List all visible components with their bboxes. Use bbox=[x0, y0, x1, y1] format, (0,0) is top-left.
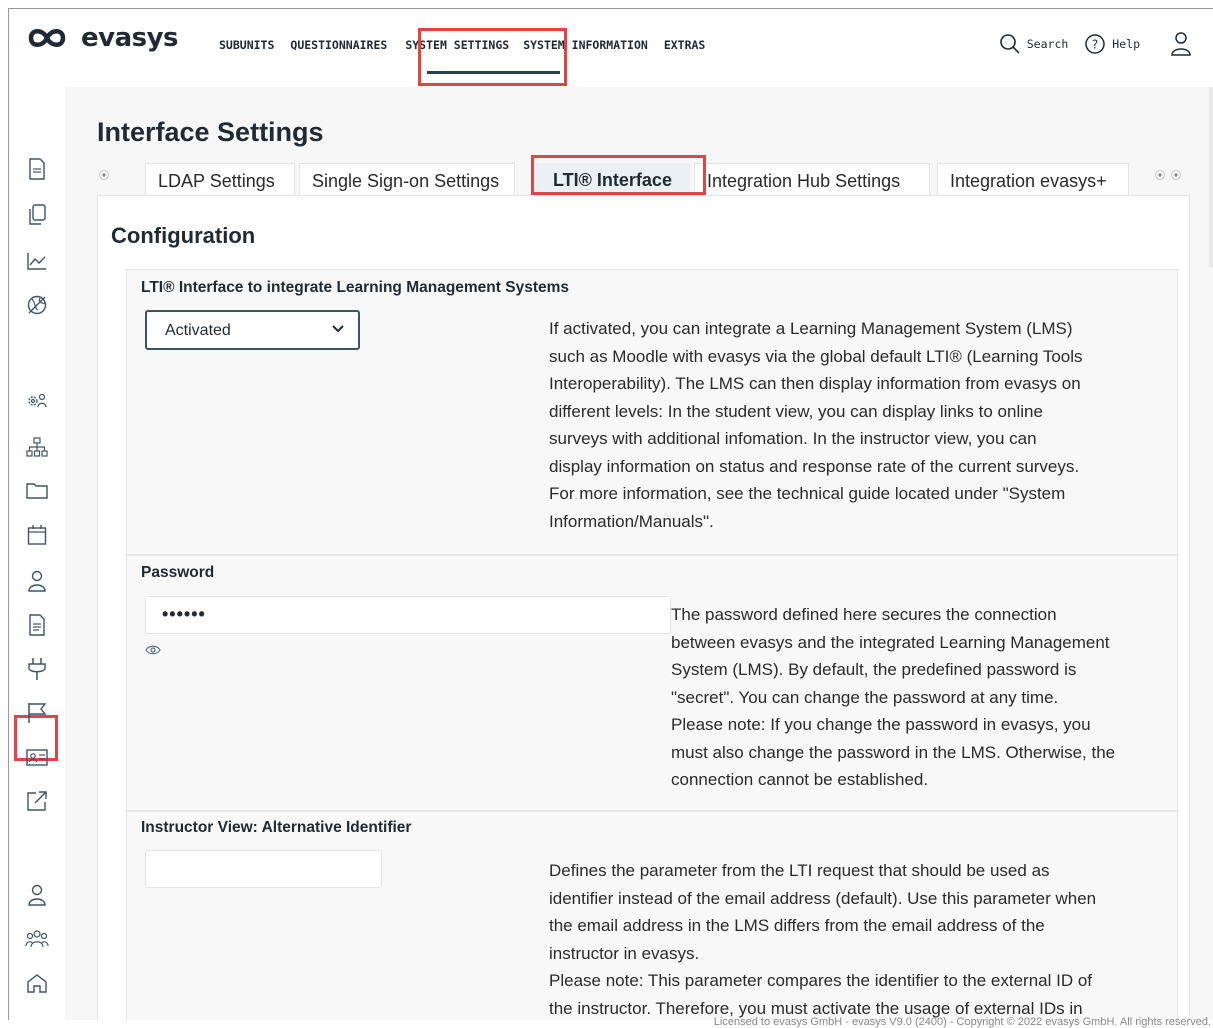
desc-line: display information on status and respon… bbox=[549, 456, 1080, 476]
desc-line: Please note: This parameter compares the… bbox=[549, 971, 1093, 990]
desc-line: Defines the parameter from the LTI reque… bbox=[549, 861, 1050, 880]
lti-select-value: Activated bbox=[165, 322, 231, 339]
svg-text:?: ? bbox=[1092, 38, 1098, 52]
eye-icon[interactable] bbox=[145, 644, 161, 656]
desc-line: between evasys and the integrated Learni… bbox=[671, 632, 1110, 652]
section-title: Configuration bbox=[111, 223, 256, 248]
user-icon[interactable] bbox=[25, 569, 49, 593]
home-icon[interactable] bbox=[25, 971, 49, 995]
profile-icon[interactable] bbox=[25, 883, 49, 907]
user-icon bbox=[1171, 32, 1191, 56]
tab-label: Integration Hub Settings bbox=[707, 171, 901, 191]
group-icon[interactable] bbox=[25, 927, 49, 951]
tab-scroll-right-icon[interactable]: ⦿ bbox=[1155, 167, 1165, 182]
desc-line: "secret". You can change the password at… bbox=[671, 687, 1059, 707]
search-label: Search bbox=[1026, 37, 1069, 51]
lti-setting-card: LTI® Interface to integrate Learning Man… bbox=[126, 269, 1178, 555]
desc-line: Interoperability). The LMS can then disp… bbox=[549, 374, 1081, 393]
top-navigation-bar: evasys SUBUNITS QUESTIONNAIRES SYSTEM SE… bbox=[9, 9, 1213, 87]
help-label: Help bbox=[1112, 37, 1140, 51]
user-menu-button[interactable] bbox=[1170, 31, 1198, 57]
tab-scroll-left-icon[interactable]: ⦿ bbox=[99, 167, 109, 182]
nav-active-underline bbox=[427, 71, 560, 74]
desc-line: System (LMS). By default, the predefined… bbox=[671, 660, 1077, 679]
tab-integration-hub[interactable]: Integration Hub Settings bbox=[694, 163, 930, 195]
desc-line: such as Moodle with evasys via the globa… bbox=[549, 346, 1083, 366]
tab-label: Single Sign-on Settings bbox=[312, 171, 500, 191]
tab-integration-evasys-plus[interactable]: Integration evasys+ bbox=[937, 163, 1129, 195]
top-right-actions: Search ? Help bbox=[983, 31, 1198, 57]
footer-license: Licensed to evasys GmbH - evasys V9.0 (2… bbox=[713, 1016, 1211, 1028]
evasys-logo[interactable]: evasys bbox=[25, 23, 179, 53]
help-icon: ? bbox=[1085, 34, 1106, 54]
alt-identifier-input[interactable] bbox=[145, 850, 382, 888]
app-window: evasys SUBUNITS QUESTIONNAIRES SYSTEM SE… bbox=[8, 8, 1213, 1020]
nav-subunits[interactable]: SUBUNITS bbox=[219, 38, 274, 52]
password-label: Password bbox=[141, 564, 215, 581]
logo-icon bbox=[28, 29, 66, 47]
search-icon bbox=[999, 34, 1020, 54]
id-card-icon[interactable] bbox=[25, 745, 49, 769]
desc-line: The password defined here secures the co… bbox=[671, 605, 1057, 624]
external-link-icon[interactable] bbox=[25, 789, 49, 813]
chart-icon[interactable] bbox=[25, 249, 49, 273]
desc-line: different levels: In the student view, y… bbox=[549, 401, 1043, 421]
report-icon[interactable] bbox=[25, 613, 49, 637]
globe-off-icon[interactable] bbox=[25, 293, 49, 317]
hierarchy-icon[interactable] bbox=[25, 435, 49, 459]
tab-label: Integration evasys+ bbox=[950, 171, 1107, 191]
password-input[interactable]: •••••• bbox=[145, 596, 671, 634]
desc-line: the email address in the LMS differs fro… bbox=[549, 916, 1045, 935]
calendar-icon[interactable] bbox=[25, 523, 49, 547]
configuration-panel: Configuration LTI® Interface to integrat… bbox=[97, 195, 1190, 1020]
lti-description: If activated, you can integrate a Learni… bbox=[549, 315, 1083, 535]
folder-icon[interactable] bbox=[25, 479, 49, 503]
tab-scroll-end-icon[interactable]: ⦿ bbox=[1171, 167, 1181, 182]
desc-line: Information/Manuals". bbox=[549, 511, 714, 531]
tab-ldap-settings[interactable]: LDAP Settings bbox=[145, 163, 295, 195]
tab-highlight-box bbox=[531, 155, 706, 195]
desc-line: surveys with additional infomation. In t… bbox=[549, 429, 1037, 448]
desc-line: instructor in evasys. bbox=[549, 943, 700, 963]
flag-icon[interactable] bbox=[25, 701, 49, 725]
logo-text: evasys bbox=[81, 23, 179, 53]
desc-line: For more information, see the technical … bbox=[549, 484, 1066, 503]
page-scrollbar[interactable] bbox=[1209, 87, 1213, 267]
desc-line: If activated, you can integrate a Learni… bbox=[549, 319, 1073, 338]
document-icon[interactable] bbox=[25, 157, 49, 181]
page-title: Interface Settings bbox=[97, 117, 324, 147]
main-content: Interface Settings ⦿ LDAP Settings Singl… bbox=[65, 87, 1213, 1020]
alt-identifier-label: Instructor View: Alternative Identifier bbox=[141, 819, 412, 836]
settings-users-icon[interactable] bbox=[25, 389, 49, 413]
nav-highlight-box bbox=[418, 28, 567, 86]
lti-label: LTI® Interface to integrate Learning Man… bbox=[141, 279, 570, 296]
password-description: The password defined here secures the co… bbox=[671, 601, 1115, 794]
search-button[interactable]: Search bbox=[999, 33, 1069, 55]
help-button[interactable]: ? Help bbox=[1084, 33, 1140, 55]
tab-label: LDAP Settings bbox=[158, 171, 275, 191]
plug-icon[interactable] bbox=[25, 657, 49, 681]
password-setting-card: Password •••••• The password defined her… bbox=[126, 555, 1178, 811]
desc-line: Please note: If you change the password … bbox=[671, 715, 1091, 734]
copy-icon[interactable] bbox=[25, 203, 49, 227]
desc-line: must also change the password in the LMS… bbox=[671, 742, 1116, 762]
tab-single-sign-on[interactable]: Single Sign-on Settings bbox=[299, 163, 515, 195]
left-sidebar bbox=[9, 87, 65, 1020]
alt-identifier-description: Defines the parameter from the LTI reque… bbox=[549, 857, 1096, 1020]
chevron-down-icon bbox=[332, 325, 344, 333]
desc-line: connection cannot be established. bbox=[671, 770, 929, 789]
lti-activation-select[interactable]: Activated bbox=[145, 310, 360, 350]
nav-questionnaires[interactable]: QUESTIONNAIRES bbox=[290, 38, 387, 52]
nav-extras[interactable]: EXTRAS bbox=[664, 38, 706, 52]
alt-identifier-setting-card: Instructor View: Alternative Identifier … bbox=[126, 811, 1178, 1020]
desc-line: identifier instead of the email address … bbox=[549, 888, 1097, 908]
